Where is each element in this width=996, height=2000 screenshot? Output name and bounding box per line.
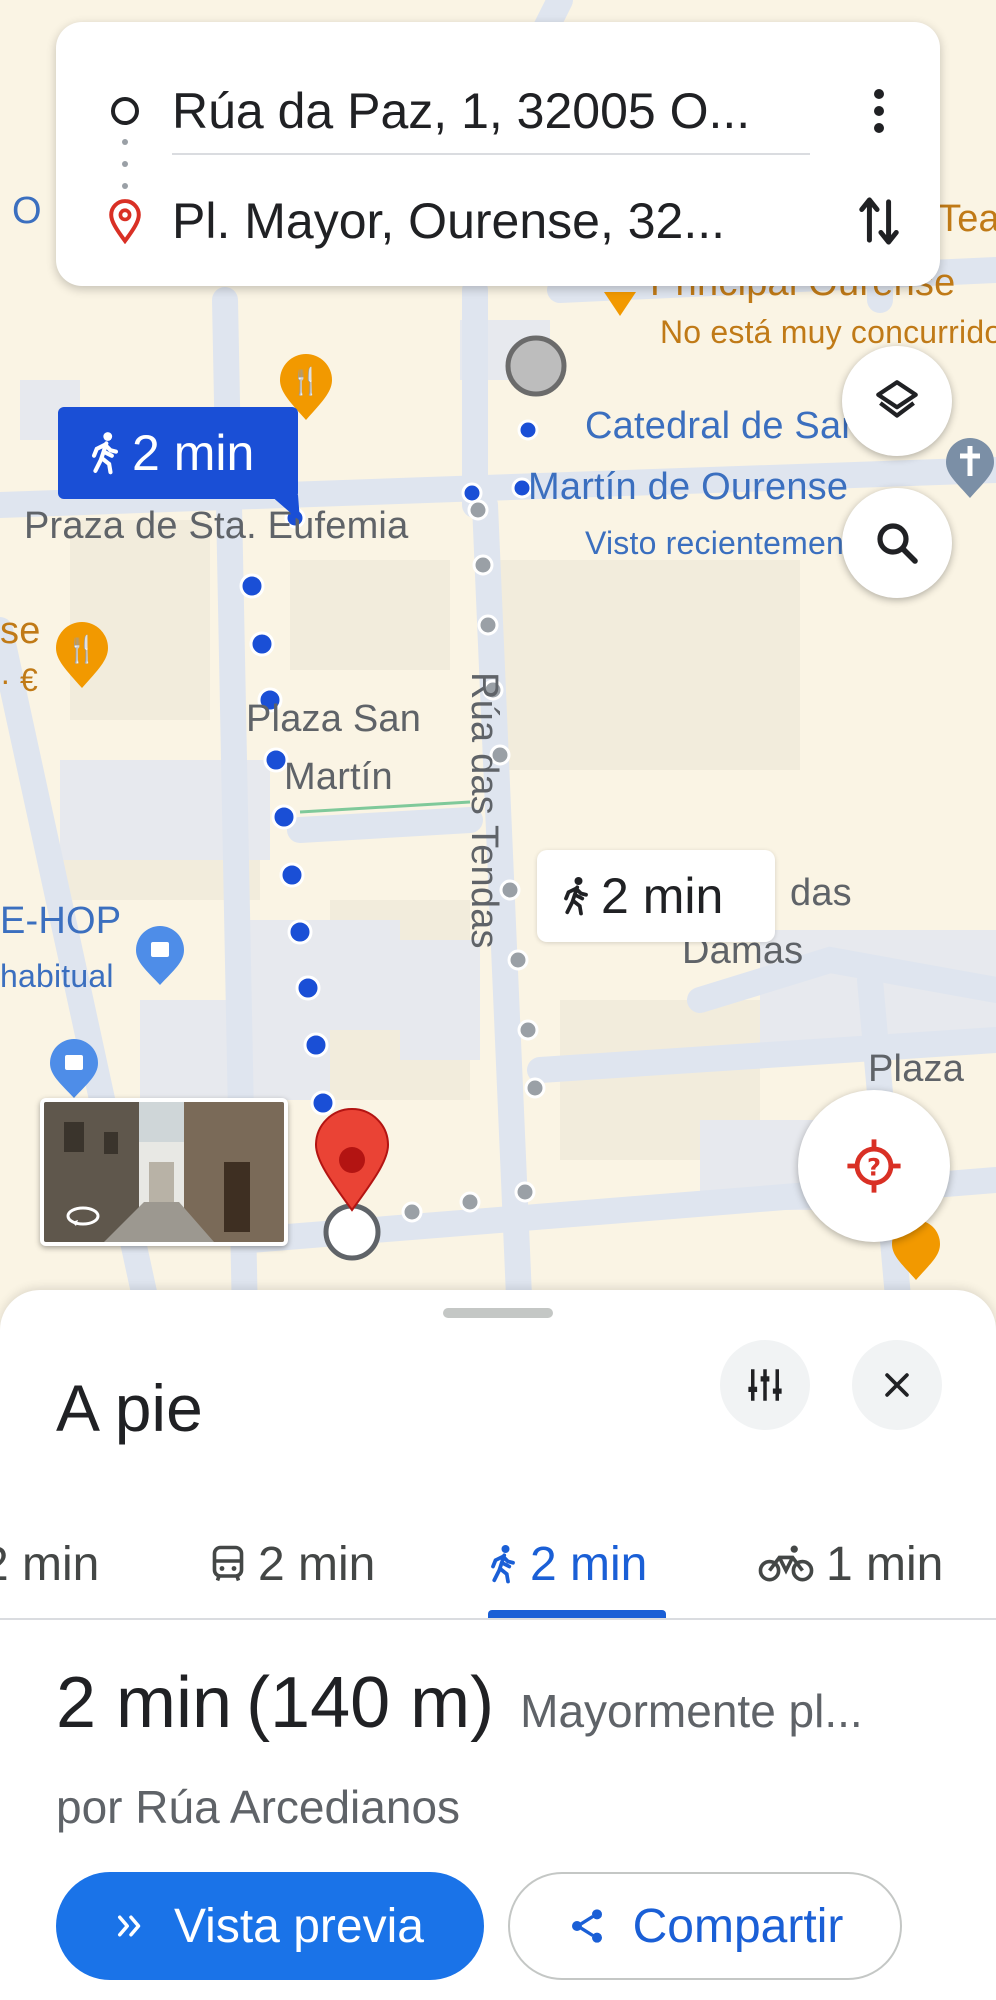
rotate-360-icon [66, 1206, 100, 1226]
swap-icon[interactable] [856, 193, 902, 249]
svg-text:🍴: 🍴 [66, 634, 98, 665]
svg-text:🍴: 🍴 [290, 366, 322, 397]
more-options-icon[interactable] [872, 87, 886, 135]
origin-row[interactable]: Rúa da Paz, 1, 32005 O... [56, 56, 940, 166]
double-chevron-icon [118, 1915, 141, 1937]
map-label-visto-recientemente: Visto recientemente [585, 525, 872, 561]
recenter-button[interactable]: ? [798, 1090, 950, 1242]
share-button-label: Compartir [632, 1899, 844, 1953]
destination-row[interactable]: Pl. Mayor, Ourense, 32... [56, 166, 940, 276]
route-distance: (140 m) [246, 1663, 495, 1743]
active-tab-indicator [488, 1610, 666, 1618]
route-time-badge-selected[interactable]: 2 min [58, 407, 298, 499]
map-label-no-concurrido: No está muy concurrido [660, 314, 996, 350]
tab-walk-label: 2 min [530, 1537, 648, 1591]
route-via: por Rúa Arcedianos [56, 1781, 461, 1833]
svg-text:?: ? [867, 1154, 881, 1182]
tab-bike[interactable]: 1 min [758, 1508, 943, 1620]
directions-search-card: Rúa da Paz, 1, 32005 O... Pl. Mayor, Our… [56, 22, 940, 286]
route-options-button[interactable] [720, 1340, 810, 1430]
tab-transit[interactable]: 2 min [210, 1508, 375, 1620]
route-time-selected: 2 min [132, 425, 255, 481]
share-button[interactable]: Compartir [508, 1872, 902, 1980]
location-unknown-icon: ? [847, 1139, 901, 1193]
sheet-title: A pie [56, 1371, 203, 1445]
map-label-habitual: habitual [0, 958, 114, 994]
map-label-praza-sta-eufemia: Praza de Sta. Eufemia [24, 505, 409, 547]
route-description: Mayormente pl... [520, 1685, 863, 1737]
map-label-catedral[interactable]: Catedral de San [585, 405, 863, 448]
map-label-ehop[interactable]: E-HOP [0, 900, 121, 943]
sheet-drag-handle[interactable] [443, 1308, 553, 1318]
preview-button-label: Vista previa [174, 1899, 424, 1953]
route-summary[interactable]: 2 min (140 m) Mayormente pl... [56, 1662, 863, 1744]
close-button[interactable] [852, 1340, 942, 1430]
route-duration: 2 min [56, 1663, 233, 1743]
share-icon [571, 1909, 602, 1943]
destination-input[interactable]: Pl. Mayor, Ourense, 32... [172, 192, 725, 250]
map-label-tea-edge: Tea [938, 198, 996, 240]
origin-circle-icon [111, 97, 139, 125]
destination-pin-icon [109, 199, 141, 244]
map-label-plaza-san-martin-1: Plaza San [246, 698, 422, 740]
walk-icon [491, 1545, 515, 1584]
transit-icon [212, 1545, 244, 1582]
route-time-badge-alternate[interactable]: 2 min [537, 850, 775, 942]
map-label-rua-das-tendas: Rúa das Tendas [463, 672, 505, 949]
street-view-thumbnail[interactable] [40, 1098, 288, 1246]
tune-icon [748, 1369, 782, 1401]
origin-marker [505, 335, 567, 397]
map-label-das: das [790, 872, 852, 914]
map-label-plaza-san-martin-2: Martín [284, 756, 393, 798]
directions-bottom-sheet: A pie 2 min 2 min [0, 1290, 996, 2000]
preview-button[interactable]: Vista previa [56, 1872, 484, 1980]
map-label-se: se [0, 610, 41, 652]
map-label-price: · € [0, 662, 38, 698]
tab-walk[interactable]: 2 min [488, 1508, 647, 1620]
travel-mode-tabs: 2 min 2 min 2 min [0, 1508, 996, 1620]
tab-car[interactable]: 2 min [0, 1508, 99, 1620]
walk-icon [564, 877, 588, 916]
route-time-alternate: 2 min [601, 868, 724, 924]
layers-icon [876, 380, 918, 418]
tab-transit-label: 2 min [258, 1537, 376, 1591]
tab-car-label: 2 min [0, 1537, 100, 1591]
origin-input[interactable]: Rúa da Paz, 1, 32005 O... [172, 82, 750, 140]
layers-button[interactable] [842, 346, 952, 456]
map-label-catedral-2[interactable]: Martín de Ourense [528, 466, 848, 509]
tab-bike-label: 1 min [826, 1537, 944, 1591]
map-label-plaza: Plaza [868, 1048, 965, 1090]
badge-pointer [270, 495, 300, 521]
map-label-o-edge: O [12, 190, 42, 232]
walk-icon [91, 432, 119, 475]
close-icon [885, 1373, 909, 1397]
search-divider [172, 153, 810, 155]
bike-icon [758, 1545, 814, 1582]
search-along-route-button[interactable] [842, 488, 952, 598]
search-icon [877, 523, 918, 564]
